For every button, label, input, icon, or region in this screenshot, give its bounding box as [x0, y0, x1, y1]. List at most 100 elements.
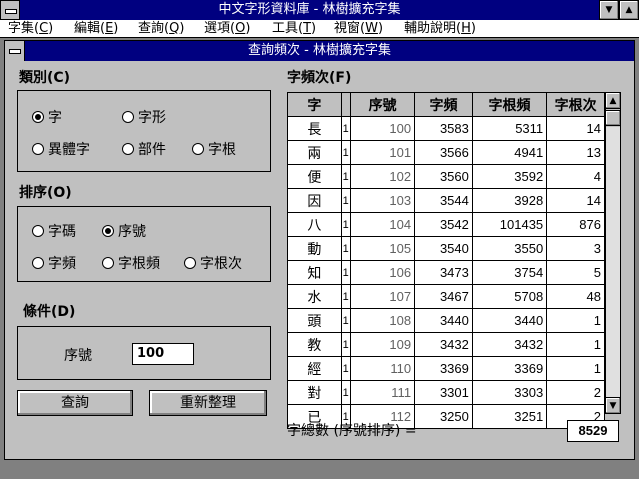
total-count: 8529: [567, 420, 619, 442]
menu-item-5[interactable]: 視窗(W): [334, 21, 383, 37]
sort-option-freq[interactable]: 字頻: [32, 253, 76, 273]
radio-selected-icon: [102, 225, 114, 237]
system-menu-icon[interactable]: [0, 0, 20, 20]
cell-flag: 1: [340, 380, 352, 405]
cell-root-count: 14: [546, 116, 605, 141]
menu-item-tail: ): [377, 21, 384, 36]
cell-freq: 3583: [414, 116, 473, 141]
table-label: 字頻次(F): [287, 70, 352, 86]
radio-icon: [32, 225, 44, 237]
cell-flag: 1: [340, 212, 352, 237]
column-header-freq[interactable]: 字頻: [414, 92, 473, 117]
table-row[interactable]: 知 1 106 3473 3754 5: [287, 260, 605, 285]
menu-item-accelerator: Q: [169, 21, 180, 36]
table-row[interactable]: 長 1 100 3583 5311 14: [287, 116, 605, 141]
scroll-track[interactable]: [606, 127, 620, 397]
minimize-icon[interactable]: ▼: [599, 0, 619, 20]
menu-item-1[interactable]: 編輯(E): [74, 21, 118, 37]
menu-item-3[interactable]: 選項(O): [204, 21, 250, 37]
cell-serial: 103: [350, 188, 416, 213]
table-row[interactable]: 八 1 104 3542 101435 876: [287, 212, 605, 237]
cell-freq: 3566: [414, 140, 473, 165]
query-button[interactable]: 查詢: [17, 390, 133, 416]
cell-freq: 3542: [414, 212, 473, 237]
table-row[interactable]: 便 1 102 3560 3592 4: [287, 164, 605, 189]
cell-char: 因: [287, 188, 342, 213]
menu-item-6[interactable]: 輔助說明(H): [404, 21, 476, 37]
table-row[interactable]: 兩 1 101 3566 4941 13: [287, 140, 605, 165]
radio-icon: [32, 257, 44, 269]
menu-item-tail: ): [179, 21, 185, 36]
menu-item-label: 選項(: [204, 21, 236, 36]
table-scrollbar[interactable]: ▲ ▼: [605, 92, 621, 414]
table-row[interactable]: 對 1 111 3301 3303 2: [287, 380, 605, 405]
table-row[interactable]: 經 1 110 3369 3369 1: [287, 356, 605, 381]
cell-char: 知: [287, 260, 342, 285]
cell-root-count: 5: [546, 260, 605, 285]
cell-serial: 108: [350, 308, 416, 333]
category-option-char[interactable]: 字: [32, 107, 62, 127]
cell-serial: 107: [350, 284, 416, 309]
cell-freq: 3369: [414, 356, 473, 381]
sort-option-code[interactable]: 字碼: [32, 221, 76, 241]
category-option-glyph[interactable]: 字形: [122, 107, 166, 127]
maximize-icon[interactable]: ▲: [619, 0, 639, 20]
menu-item-accelerator: O: [235, 21, 246, 36]
radio-icon: [192, 143, 204, 155]
table-row[interactable]: 因 1 103 3544 3928 14: [287, 188, 605, 213]
column-header-serial[interactable]: 序號: [350, 92, 416, 117]
cell-serial: 100: [350, 116, 416, 141]
window-system-menu-icon[interactable]: [5, 41, 25, 61]
frequency-table[interactable]: 字 序號 字頻 字根頻 字根次 長 1 100 3583 5311 14 兩 1 101 3566…: [287, 92, 605, 429]
cell-flag: 1: [340, 140, 352, 165]
cell-char: 兩: [287, 140, 342, 165]
cell-serial: 101: [350, 140, 416, 165]
table-row[interactable]: 教 1 109 3432 3432 1: [287, 332, 605, 357]
menu-item-4[interactable]: 工具(T): [272, 21, 316, 37]
table-row[interactable]: 動 1 105 3540 3550 3: [287, 236, 605, 261]
column-header-root-freq[interactable]: 字根頻: [471, 92, 548, 117]
arrow-down-icon[interactable]: ▼: [606, 397, 620, 413]
cell-freq: 3540: [414, 236, 473, 261]
cell-root-freq: 3251: [471, 404, 548, 429]
cell-root-freq: 5708: [471, 284, 548, 309]
condition-group: 序號 100: [17, 326, 271, 380]
cell-char: 水: [287, 284, 342, 309]
arrow-up-icon[interactable]: ▲: [606, 93, 620, 109]
column-header-char[interactable]: 字: [287, 92, 342, 117]
scroll-thumb[interactable]: [606, 110, 620, 126]
cell-root-freq: 5311: [471, 116, 548, 141]
serial-input[interactable]: 100: [132, 343, 194, 365]
sort-option-serial[interactable]: 序號: [102, 221, 146, 241]
radio-icon: [122, 143, 134, 155]
cell-root-freq: 3303: [471, 380, 548, 405]
cell-root-count: 48: [546, 284, 605, 309]
cell-serial: 102: [350, 164, 416, 189]
cell-root-count: 13: [546, 140, 605, 165]
category-label: 類別(C): [19, 70, 71, 86]
cell-freq: 3432: [414, 332, 473, 357]
menu-item-tail: ): [311, 21, 317, 36]
cell-freq: 3440: [414, 308, 473, 333]
cell-freq: 3301: [414, 380, 473, 405]
category-option-component[interactable]: 部件: [122, 139, 166, 159]
category-option-variant[interactable]: 異體字: [32, 139, 90, 159]
cell-char: 經: [287, 356, 342, 381]
refresh-button[interactable]: 重新整理: [149, 390, 267, 416]
category-option-root[interactable]: 字根: [192, 139, 236, 159]
sort-option-root-freq[interactable]: 字根頻: [102, 253, 160, 273]
menu-item-0[interactable]: 字集(C): [8, 21, 53, 37]
table-header-row: 字 序號 字頻 字根頻 字根次: [287, 92, 605, 117]
cell-flag: 1: [340, 188, 352, 213]
menu-item-tail: ): [470, 21, 476, 36]
column-header-flag: [340, 92, 352, 117]
table-row[interactable]: 頭 1 108 3440 3440 1: [287, 308, 605, 333]
menu-item-label: 工具(: [272, 21, 304, 36]
menu-item-2[interactable]: 查詢(Q): [138, 21, 184, 37]
column-header-root-count[interactable]: 字根次: [546, 92, 605, 117]
menu-item-label: 查詢(: [138, 21, 170, 36]
cell-root-count: 1: [546, 332, 605, 357]
cell-serial: 105: [350, 236, 416, 261]
sort-option-root-count[interactable]: 字根次: [184, 253, 242, 273]
table-row[interactable]: 水 1 107 3467 5708 48: [287, 284, 605, 309]
